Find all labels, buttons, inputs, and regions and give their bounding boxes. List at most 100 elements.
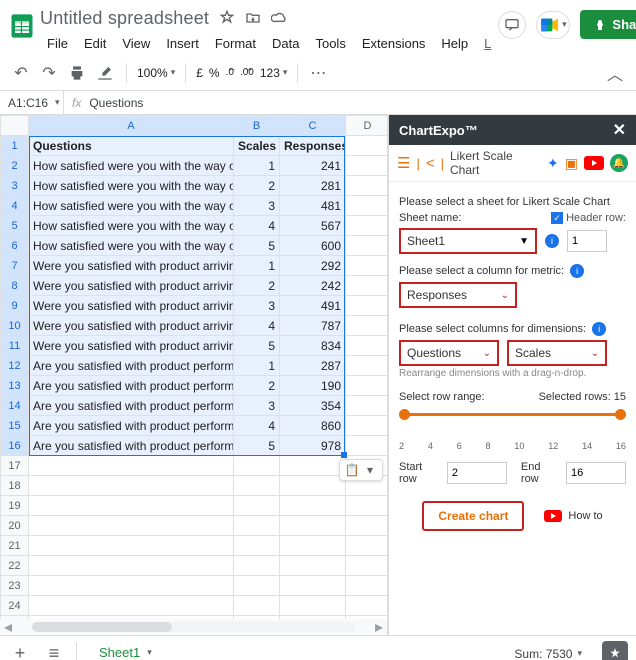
cell[interactable] [346, 336, 389, 356]
cell[interactable] [346, 496, 389, 516]
cell[interactable] [346, 396, 389, 416]
how-to-link[interactable]: How to [544, 510, 602, 522]
cell[interactable]: 2 [234, 376, 280, 396]
cell[interactable] [29, 576, 234, 596]
cell[interactable]: 834 [280, 336, 346, 356]
toolbar-collapse-icon[interactable]: ︿ [604, 62, 626, 84]
header-row-checkbox[interactable]: ✓Header row: [551, 212, 626, 224]
doc-title[interactable]: Untitled spreadsheet [40, 8, 209, 29]
cell[interactable]: 3 [234, 296, 280, 316]
row-header[interactable]: 22 [1, 556, 29, 576]
star-icon[interactable] [219, 10, 235, 26]
number-format-select[interactable]: 123▾ [260, 66, 288, 80]
sheet-select[interactable]: Sheet1▼ [399, 228, 537, 254]
notifications-icon[interactable]: 🔔 [610, 154, 628, 172]
cell[interactable] [280, 536, 346, 556]
col-header-B[interactable]: B [234, 116, 280, 136]
menu-help[interactable]: Help [434, 32, 475, 55]
cell[interactable] [234, 516, 280, 536]
cell[interactable]: 4 [234, 216, 280, 236]
cell[interactable] [346, 376, 389, 396]
cell[interactable]: 241 [280, 156, 346, 176]
menu-extensions[interactable]: Extensions [355, 32, 433, 55]
cell[interactable]: 1 [234, 256, 280, 276]
info-icon-metric[interactable]: i [570, 264, 584, 278]
row-header[interactable]: 17 [1, 456, 29, 476]
cell[interactable] [234, 556, 280, 576]
cell[interactable] [346, 556, 389, 576]
print-icon[interactable] [66, 62, 88, 84]
select-all-corner[interactable] [1, 116, 29, 136]
row-header[interactable]: 13 [1, 376, 29, 396]
wand-icon[interactable]: ✦ [547, 155, 559, 172]
cell[interactable]: How satisfied were you with the way our … [29, 156, 234, 176]
cloud-status-icon[interactable] [271, 10, 287, 26]
row-header[interactable]: 20 [1, 516, 29, 536]
cell[interactable] [29, 536, 234, 556]
cell[interactable] [280, 576, 346, 596]
row-header[interactable]: 7 [1, 256, 29, 276]
cell[interactable] [234, 476, 280, 496]
cell[interactable]: Are you satisfied with product performan… [29, 416, 234, 436]
info-icon-dims[interactable]: i [592, 322, 606, 336]
cell[interactable]: How satisfied were you with the way our … [29, 236, 234, 256]
cell[interactable]: 567 [280, 216, 346, 236]
menu-file[interactable]: File [40, 32, 75, 55]
cell[interactable]: Were you satisfied with product arriving… [29, 336, 234, 356]
overflow-caret-icon[interactable]: ▾ [362, 462, 378, 478]
row-header[interactable]: 8 [1, 276, 29, 296]
cell[interactable]: Were you satisfied with product arriving… [29, 316, 234, 336]
more-toolbar-icon[interactable]: ⋯ [308, 62, 330, 84]
comment-history-icon[interactable] [498, 11, 526, 39]
cell[interactable] [29, 476, 234, 496]
row-header[interactable]: 19 [1, 496, 29, 516]
cell[interactable]: Responses [280, 136, 346, 156]
cell[interactable] [346, 296, 389, 316]
percent-button[interactable]: % [209, 66, 220, 80]
dimension2-select[interactable]: Scales⌄ [507, 340, 607, 366]
sheet-tab-sheet1[interactable]: Sheet1▾ [87, 639, 164, 660]
cell[interactable]: 3 [234, 396, 280, 416]
cell[interactable]: 1 [234, 156, 280, 176]
panel-menu-icon[interactable]: ☰ [397, 154, 410, 172]
end-row-input[interactable] [566, 462, 626, 484]
cell[interactable] [346, 236, 389, 256]
header-row-input[interactable] [567, 230, 607, 252]
cell[interactable]: How satisfied were you with the way our … [29, 216, 234, 236]
metric-select[interactable]: Responses⌄ [399, 282, 517, 308]
cell[interactable]: 600 [280, 236, 346, 256]
decrease-decimal-button[interactable]: .0← [226, 67, 234, 78]
explore-button[interactable] [602, 641, 628, 660]
cell[interactable]: Scales [234, 136, 280, 156]
panel-close-icon[interactable]: ✕ [613, 120, 626, 140]
row-header[interactable]: 10 [1, 316, 29, 336]
row-header[interactable]: 11 [1, 336, 29, 356]
cell[interactable] [280, 496, 346, 516]
undo-icon[interactable]: ↶ [10, 62, 32, 84]
menu-tools[interactable]: Tools [308, 32, 352, 55]
row-header[interactable]: 5 [1, 216, 29, 236]
cell[interactable] [346, 576, 389, 596]
cell[interactable] [346, 196, 389, 216]
row-header[interactable]: 2 [1, 156, 29, 176]
row-header[interactable]: 15 [1, 416, 29, 436]
cell[interactable]: 4 [234, 316, 280, 336]
row-header[interactable]: 12 [1, 356, 29, 376]
row-header[interactable]: 4 [1, 196, 29, 216]
menu-data[interactable]: Data [265, 32, 306, 55]
row-header[interactable]: 6 [1, 236, 29, 256]
quicksum-display[interactable]: Sum: 7530▾ [514, 647, 584, 660]
cell[interactable]: 787 [280, 316, 346, 336]
cell[interactable] [234, 576, 280, 596]
cell[interactable]: Are you satisfied with product performan… [29, 396, 234, 416]
menu-insert[interactable]: Insert [159, 32, 206, 55]
cell[interactable] [346, 516, 389, 536]
redo-icon[interactable]: ↷ [38, 62, 60, 84]
cell[interactable]: How satisfied were you with the way our … [29, 176, 234, 196]
row-header[interactable]: 23 [1, 576, 29, 596]
cell[interactable]: How satisfied were you with the way our … [29, 196, 234, 216]
cell[interactable]: 281 [280, 176, 346, 196]
cell[interactable] [346, 136, 389, 156]
cell[interactable]: 354 [280, 396, 346, 416]
cell[interactable]: Questions [29, 136, 234, 156]
